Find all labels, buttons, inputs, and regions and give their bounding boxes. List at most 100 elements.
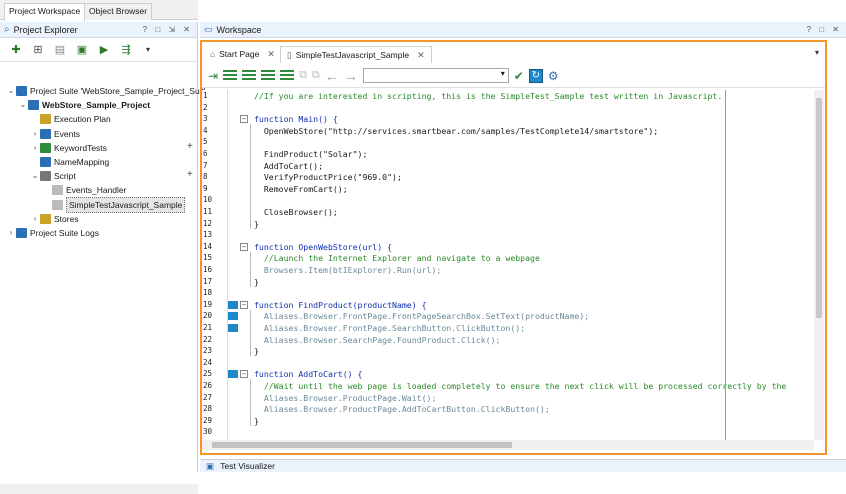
tab-script-file-label: SimpleTestJavascript_Sample: [295, 49, 410, 60]
fold-guide: [250, 309, 251, 357]
line-number: 10: [203, 195, 213, 205]
test-visualizer-marker-icon[interactable]: [228, 370, 238, 379]
chevron-right-icon[interactable]: ›: [6, 226, 16, 240]
project-explorer-pane: ⌕ Project Explorer ? □ ⇲ ✕ ✚ ⊞ ▤ ▣ ▶ ⇶ ▾…: [0, 22, 206, 494]
horizontal-scrollbar[interactable]: [202, 440, 814, 450]
chevron-down-icon[interactable]: ⌄: [30, 169, 40, 183]
tree-item-label: SimpleTestJavascript_Sample: [66, 196, 186, 213]
workspace-controls[interactable]: ? □ ✕: [807, 25, 842, 34]
line-number: 26: [203, 381, 213, 390]
chevron-down-icon: ▾: [500, 69, 505, 78]
code-line: Browsers.Item(btIExplorer).Run(url);: [254, 265, 442, 275]
chevron-down-icon[interactable]: ⌄: [18, 98, 28, 112]
code-line: function AddToCart() {: [254, 369, 363, 380]
home-icon: ⌂: [210, 49, 216, 59]
line-number: 22: [203, 334, 213, 344]
chevron-right-icon[interactable]: ›: [30, 141, 40, 155]
workspace-title: Workspace: [216, 24, 262, 35]
line-number: 4: [203, 125, 208, 135]
pane-controls[interactable]: ? □ ⇲ ✕: [143, 25, 193, 34]
line-number: 24: [203, 357, 213, 367]
horizontal-scroll-thumb[interactable]: [212, 442, 512, 448]
navigate-back-icon[interactable]: ←: [325, 68, 339, 84]
code-line: //Launch the Internet Explorer and navig…: [254, 253, 540, 264]
run-project-icon[interactable]: ▣: [74, 42, 90, 58]
add-icon[interactable]: +: [187, 169, 193, 180]
line-number: 2: [203, 102, 208, 112]
workspace-header: ▭ Workspace ? □ ✕: [200, 22, 846, 38]
code-editor[interactable]: 1 //If you are interested in scripting, t…: [202, 90, 825, 440]
tree-item[interactable]: › KeywordTests: [0, 141, 107, 155]
vertical-scroll-thumb[interactable]: [816, 98, 822, 318]
test-visualizer-label: Test Visualizer: [220, 461, 275, 471]
tree-item[interactable]: › Events: [0, 127, 80, 141]
line-number: 14: [203, 241, 213, 251]
navigate-forward-icon[interactable]: →: [344, 68, 358, 84]
tab-script-file[interactable]: ▯ SimpleTestJavascript_Sample ✕: [280, 46, 432, 63]
tree-item[interactable]: SimpleTestJavascript_Sample: [0, 196, 186, 213]
code-line: function FindProduct(productName) {: [254, 299, 427, 310]
tree-item[interactable]: › Stores: [0, 212, 79, 226]
tree-item-label: WebStore_Sample_Project: [42, 100, 151, 111]
align-justify-icon[interactable]: [261, 69, 276, 82]
chevron-right-icon[interactable]: ›: [30, 127, 40, 141]
toolbar-dropdown-icon[interactable]: ▾: [140, 42, 156, 58]
close-icon[interactable]: ✕: [267, 46, 275, 63]
align-right-icon[interactable]: [242, 69, 257, 82]
suite-icon: [16, 86, 27, 96]
left-horizontal-scrollbar[interactable]: [0, 484, 198, 494]
tree-item[interactable]: NameMapping: [0, 155, 109, 169]
run-routine-icon[interactable]: ⇥: [208, 69, 218, 83]
align-left-icon[interactable]: [223, 69, 238, 82]
tree-item-label: Project Suite Logs: [30, 228, 99, 238]
line-number: 18: [203, 288, 213, 298]
fold-toggle-icon[interactable]: −: [240, 300, 248, 309]
test-visualizer-panel[interactable]: ▣ Test Visualizer: [200, 459, 846, 472]
run-test-icon[interactable]: ▶: [96, 42, 112, 58]
routine-selector-dropdown[interactable]: ▾: [362, 68, 509, 83]
chevron-down-icon[interactable]: ⌄: [6, 84, 16, 98]
tree-item[interactable]: Events_Handler: [0, 183, 126, 197]
line-number: 23: [203, 346, 213, 356]
bookmark-next-icon[interactable]: ⧉: [312, 69, 320, 82]
tab-project-workspace[interactable]: Project Workspace: [4, 3, 86, 21]
check-icon[interactable]: ✔: [514, 69, 524, 83]
tab-list-dropdown-icon[interactable]: ▾: [815, 48, 819, 57]
project-explorer-icon: ⌕: [4, 24, 10, 35]
tree-item[interactable]: › Project Suite Logs: [0, 226, 99, 240]
test-visualizer-marker-icon[interactable]: [228, 324, 238, 332]
test-visualizer-marker-icon[interactable]: [228, 312, 238, 321]
settings-icon[interactable]: ⚙: [548, 69, 559, 83]
new-item-icon[interactable]: ⊞: [30, 42, 46, 58]
existing-item-icon[interactable]: ▤: [52, 42, 68, 58]
line-number: 11: [203, 207, 213, 216]
fold-toggle-icon[interactable]: −: [240, 370, 248, 379]
chevron-right-icon[interactable]: ›: [30, 212, 40, 226]
line-number: 3: [203, 114, 208, 124]
fold-toggle-icon[interactable]: −: [240, 242, 248, 251]
tree-item-label: Execution Plan: [54, 114, 111, 125]
format-code-icon[interactable]: [280, 69, 295, 82]
close-icon[interactable]: ✕: [417, 47, 425, 64]
tree-item[interactable]: ⌄ WebStore_Sample_Project: [0, 98, 150, 112]
line-number: 1: [203, 91, 208, 100]
stores-icon: [40, 213, 51, 224]
vertical-scrollbar[interactable]: [814, 90, 824, 440]
add-item-icon[interactable]: ✚: [8, 42, 24, 58]
refresh-icon[interactable]: ↻: [528, 68, 543, 83]
project-explorer-toolbar: ✚ ⊞ ▤ ▣ ▶ ⇶ ▾: [0, 38, 197, 62]
tree-item[interactable]: Execution Plan: [0, 112, 111, 126]
file-icon: [52, 185, 63, 196]
bookmark-icon[interactable]: ⧉: [299, 69, 307, 82]
fold-toggle-icon[interactable]: −: [240, 115, 248, 124]
code-line: CloseBrowser();: [254, 207, 338, 217]
code-line: }: [254, 218, 259, 229]
tab-start-page[interactable]: ⌂ Start Page ✕: [204, 46, 281, 63]
tree-item[interactable]: ⌄ Script: [0, 169, 76, 183]
run-selected-icon[interactable]: ⇶: [118, 42, 134, 58]
fold-guide: [250, 251, 251, 287]
add-icon[interactable]: +: [187, 141, 193, 152]
test-visualizer-marker-icon[interactable]: [228, 300, 238, 309]
tab-object-browser[interactable]: Object Browser: [84, 3, 153, 20]
tree-item[interactable]: ⌄ Project Suite 'WebStore_Sample_Project_…: [0, 84, 206, 98]
